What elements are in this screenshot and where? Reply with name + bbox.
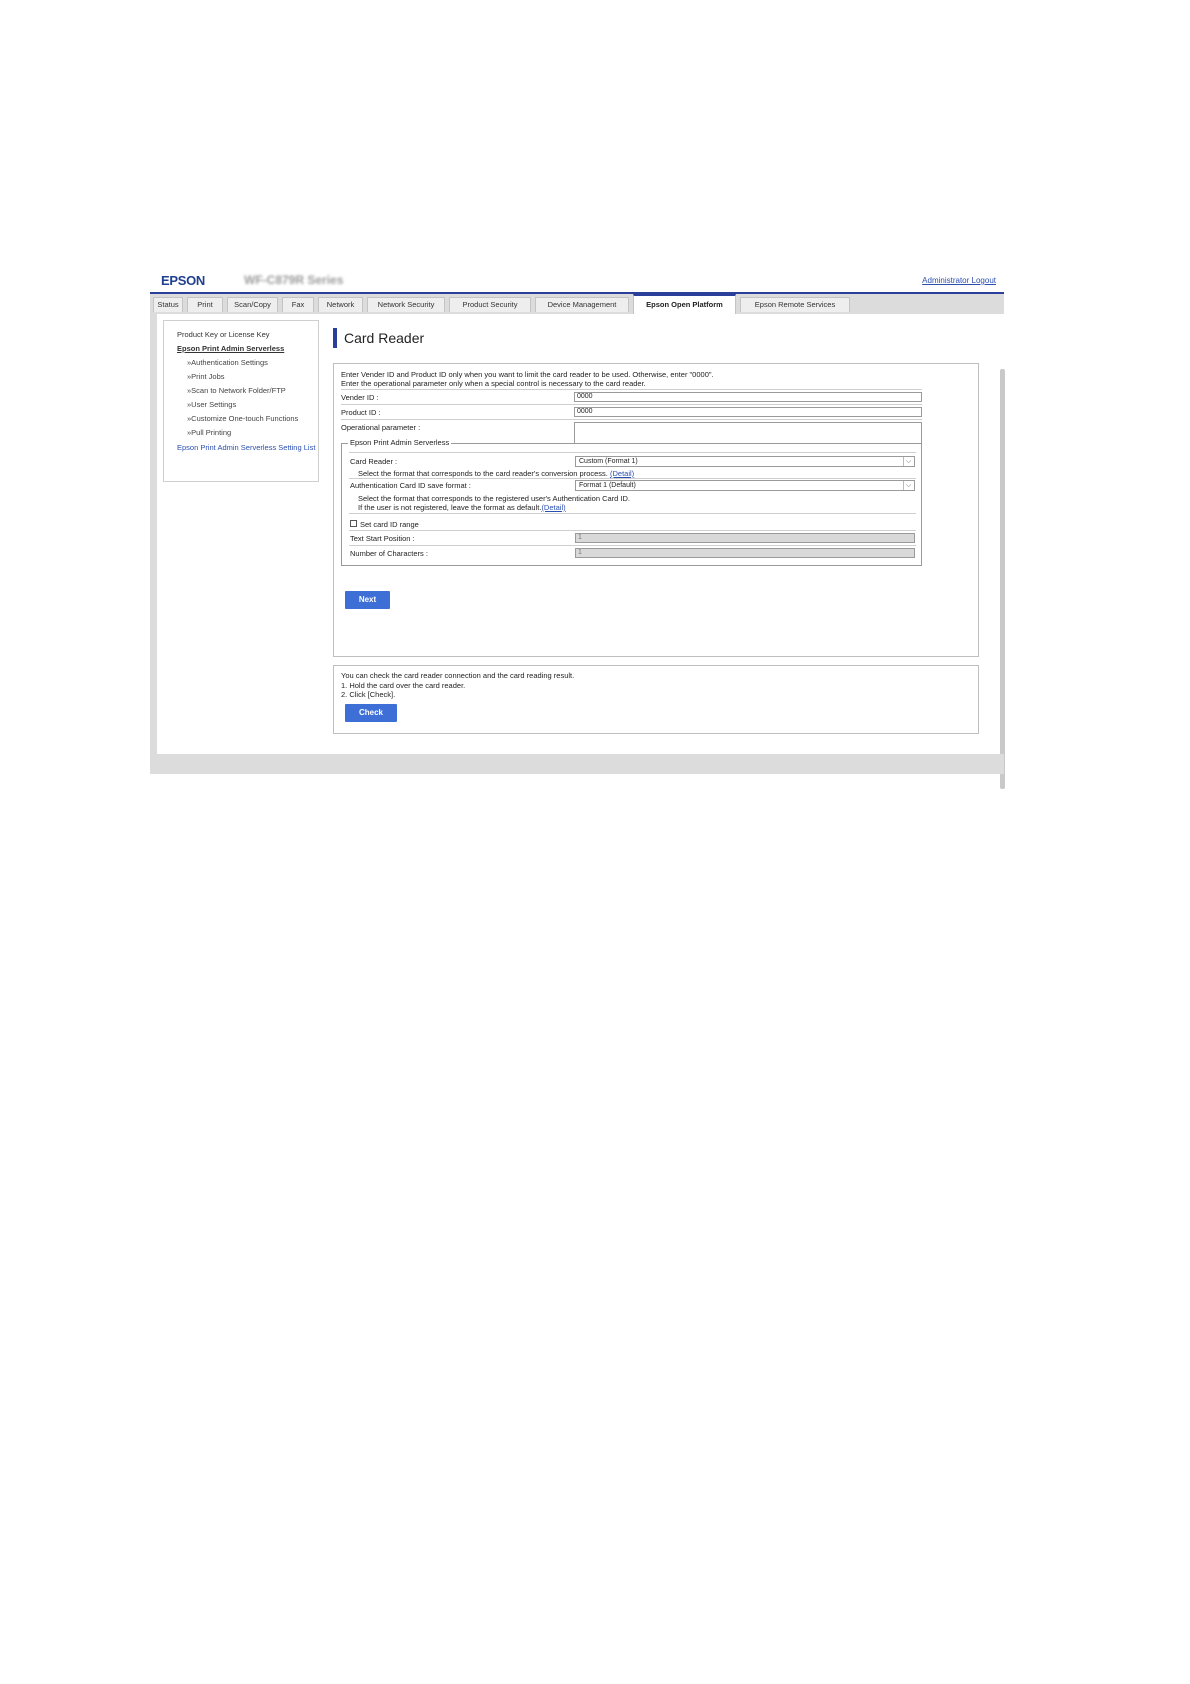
intro-text-1: Enter Vender ID and Product ID only when… bbox=[341, 370, 714, 379]
tab-status[interactable]: Status bbox=[153, 297, 183, 312]
chevron-down-icon: ⌵ bbox=[903, 481, 913, 490]
sidebar: Product Key or License Key Epson Print A… bbox=[163, 320, 319, 482]
left-gutter bbox=[150, 314, 157, 754]
tab-epson-open-platform[interactable]: Epson Open Platform bbox=[633, 294, 736, 314]
card-reader-select[interactable]: Custom (Format 1) ⌵ bbox=[575, 456, 915, 467]
operational-parameter-textarea[interactable] bbox=[574, 422, 922, 444]
divider bbox=[341, 389, 922, 390]
sidebar-item-customize-one-touch[interactable]: »Customize One-touch Functions bbox=[187, 414, 298, 423]
tab-bar: Status Print Scan/Copy Fax Network Netwo… bbox=[150, 292, 1004, 314]
check-info-line-3: 2. Click [Check]. bbox=[341, 690, 396, 699]
main-content: Product Key or License Key Epson Print A… bbox=[157, 314, 1005, 789]
sidebar-item-user-settings[interactable]: »User Settings bbox=[187, 400, 236, 409]
epson-print-admin-group: Card Reader : Custom (Format 1) ⌵ Select… bbox=[341, 443, 922, 566]
divider bbox=[341, 404, 922, 405]
bottom-bar bbox=[150, 754, 1004, 774]
operational-parameter-label: Operational parameter : bbox=[341, 423, 421, 432]
epson-logo: EPSON bbox=[161, 273, 206, 288]
vendor-id-input[interactable]: 0000 bbox=[574, 392, 922, 402]
model-name: WF-C879R Series bbox=[244, 273, 344, 287]
vertical-scrollbar[interactable] bbox=[1000, 369, 1005, 789]
text-start-position-label: Text Start Position : bbox=[350, 534, 415, 543]
tab-scan-copy[interactable]: Scan/Copy bbox=[227, 297, 278, 312]
save-format-help-1: Select the format that corresponds to th… bbox=[358, 494, 630, 503]
product-id-input[interactable]: 0000 bbox=[574, 407, 922, 417]
divider bbox=[349, 452, 916, 453]
check-info-line-2: 1. Hold the card over the card reader. bbox=[341, 681, 466, 690]
card-reader-help-text: Select the format that corresponds to th… bbox=[358, 469, 608, 478]
check-info-line-1: You can check the card reader connection… bbox=[341, 671, 575, 680]
sidebar-item-scan-to-network-folder[interactable]: »Scan to Network Folder/FTP bbox=[187, 386, 286, 395]
divider bbox=[349, 545, 916, 546]
save-format-label: Authentication Card ID save format : bbox=[350, 481, 471, 490]
divider bbox=[341, 419, 922, 420]
number-of-characters-label: Number of Characters : bbox=[350, 549, 428, 558]
chevron-down-icon: ⌵ bbox=[903, 457, 913, 466]
save-format-help-2-text: If the user is not registered, leave the… bbox=[358, 503, 542, 512]
set-card-id-range-label: Set card ID range bbox=[360, 520, 419, 529]
sidebar-item-epson-print-admin-serverless[interactable]: Epson Print Admin Serverless bbox=[177, 344, 284, 353]
tab-device-management[interactable]: Device Management bbox=[535, 297, 629, 312]
number-of-characters-input[interactable]: 1 bbox=[575, 548, 915, 558]
group-legend: Epson Print Admin Serverless bbox=[348, 438, 452, 447]
title-accent-bar bbox=[333, 328, 337, 348]
browser-screenshot: EPSON WF-C879R Series Administrator Logo… bbox=[150, 265, 1005, 789]
divider bbox=[349, 530, 916, 531]
card-reader-detail-link[interactable]: (Detail) bbox=[610, 469, 634, 478]
text-start-position-input[interactable]: 1 bbox=[575, 533, 915, 543]
intro-text-2: Enter the operational parameter only whe… bbox=[341, 379, 646, 388]
sidebar-item-authentication-settings[interactable]: »Authentication Settings bbox=[187, 358, 268, 367]
save-format-select[interactable]: Format 1 (Default) ⌵ bbox=[575, 480, 915, 491]
save-format-help-2: If the user is not registered, leave the… bbox=[358, 503, 566, 512]
card-reader-selected-value: Custom (Format 1) bbox=[579, 458, 638, 465]
divider bbox=[349, 513, 916, 514]
tab-network[interactable]: Network bbox=[318, 297, 363, 312]
check-panel: You can check the card reader connection… bbox=[333, 665, 979, 734]
divider bbox=[349, 478, 916, 479]
card-reader-help: Select the format that corresponds to th… bbox=[358, 469, 634, 478]
administrator-logout-link[interactable]: Administrator Logout bbox=[922, 276, 996, 285]
tab-print[interactable]: Print bbox=[187, 297, 223, 312]
card-reader-settings-panel: Enter Vender ID and Product ID only when… bbox=[333, 363, 979, 657]
save-format-selected-value: Format 1 (Default) bbox=[579, 482, 636, 489]
tab-epson-remote-services[interactable]: Epson Remote Services bbox=[740, 297, 850, 312]
sidebar-item-setting-list[interactable]: Epson Print Admin Serverless Setting Lis… bbox=[177, 443, 317, 453]
page-title: Card Reader bbox=[344, 330, 425, 346]
sidebar-item-print-jobs[interactable]: »Print Jobs bbox=[187, 372, 225, 381]
tab-network-security[interactable]: Network Security bbox=[367, 297, 445, 312]
vendor-id-label: Vender ID : bbox=[341, 393, 379, 402]
next-button[interactable]: Next bbox=[345, 591, 390, 609]
save-format-detail-link[interactable]: (Detail) bbox=[541, 503, 565, 512]
product-id-label: Product ID : bbox=[341, 408, 381, 417]
sidebar-item-product-key[interactable]: Product Key or License Key bbox=[177, 330, 270, 339]
card-reader-label: Card Reader : bbox=[350, 457, 398, 466]
sidebar-item-pull-printing[interactable]: »Pull Printing bbox=[187, 428, 231, 437]
check-button[interactable]: Check bbox=[345, 704, 397, 722]
tab-product-security[interactable]: Product Security bbox=[449, 297, 531, 312]
tab-fax[interactable]: Fax bbox=[282, 297, 314, 312]
set-card-id-range-checkbox[interactable] bbox=[350, 520, 357, 527]
